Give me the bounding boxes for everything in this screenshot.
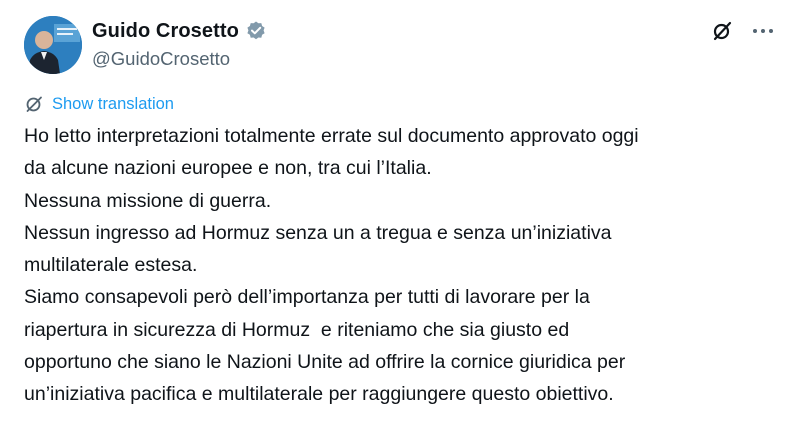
tweet-text-line: Nessun ingresso ad Hormuz senza un a tre… — [24, 221, 612, 244]
top-actions — [711, 20, 775, 42]
show-translation-link[interactable]: Show translation — [24, 94, 174, 114]
grok-icon[interactable] — [711, 20, 733, 42]
author-name-row: Guido Crosetto — [92, 18, 267, 44]
tweet-text-line: Nessuna missione di guerra. — [24, 189, 272, 212]
author-handle[interactable]: @GuidoCrosetto — [92, 48, 267, 70]
translate-globe-icon — [24, 94, 44, 114]
tweet-text-line: Ho letto interpretazioni totalmente erra… — [24, 125, 639, 147]
tweet-text-line: multilaterale estesa. — [24, 254, 198, 277]
show-translation-label: Show translation — [52, 94, 174, 113]
avatar[interactable] — [24, 16, 82, 74]
tweet-text-line: riapertura in sicurezza di Hormuz e rite… — [24, 318, 570, 341]
tweet-text-line: da alcune nazioni europee e non, tra cui… — [24, 157, 432, 180]
tweet-card: Guido Crosetto @GuidoCrosetto Show trans… — [0, 0, 799, 429]
verified-badge-icon[interactable] — [245, 20, 267, 42]
author-info: Guido Crosetto @GuidoCrosetto — [92, 18, 267, 70]
avatar-photo — [24, 16, 82, 74]
tweet-text-line: un’iniziativa pacifica e multilaterale p… — [24, 383, 614, 406]
tweet-text-line: opportuno che siano le Nazioni Unite ad … — [24, 351, 626, 374]
tweet-text-line: Siamo consapevoli però dell’importanza p… — [24, 286, 590, 309]
more-options-icon[interactable] — [751, 20, 775, 42]
tweet-text: Ho letto interpretazioni totalmente erra… — [24, 120, 775, 411]
author-display-name[interactable]: Guido Crosetto — [92, 20, 239, 43]
